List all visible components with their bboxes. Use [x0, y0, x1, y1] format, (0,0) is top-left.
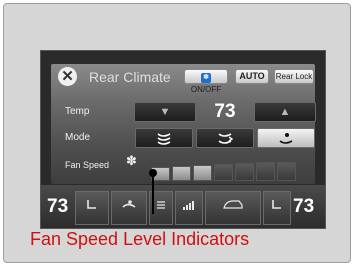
fan-icon: ✽ [201, 73, 211, 83]
mode-face-button[interactable] [135, 128, 193, 148]
mode-face-floor-button[interactable] [196, 128, 254, 148]
fan-speed-segment[interactable] [235, 163, 254, 181]
floor-vent-icon [279, 133, 293, 144]
seat-heat-icon [87, 200, 96, 209]
face-floor-vent-icon [218, 133, 234, 144]
fan-level-icon [183, 201, 194, 210]
temp-value: 73 [214, 101, 236, 122]
face-vent-icon [157, 133, 171, 145]
recirculation-icon [223, 200, 243, 209]
seat-heat-icon [272, 200, 281, 209]
illustration-frame: ✕ Rear Climate ✽ ON/OFF AUTO Rear Lock T… [3, 3, 351, 263]
fan-speed-segment[interactable] [214, 164, 233, 181]
panel-title: Rear Climate [89, 69, 171, 85]
callout-caption: Fan Speed Level Indicators [30, 229, 250, 249]
fan-level-button[interactable] [175, 191, 203, 225]
rear-climate-panel: ✕ Rear Climate ✽ ON/OFF AUTO Rear Lock T… [51, 64, 316, 184]
fan-speed-segment[interactable] [193, 165, 212, 181]
airflow-icon [122, 200, 136, 208]
driver-temp[interactable]: 73 [47, 196, 68, 218]
temp-down-button[interactable]: ▼ [134, 102, 196, 122]
callout-leader-line [152, 172, 154, 214]
fan-speed-label: Fan Speed [65, 160, 110, 170]
rear-lock-button[interactable]: Rear Lock [274, 69, 314, 84]
auto-button[interactable]: AUTO [235, 69, 269, 84]
touchscreen: ✕ Rear Climate ✽ ON/OFF AUTO Rear Lock T… [40, 50, 326, 229]
fan-speed-segment[interactable] [277, 162, 296, 181]
passenger-temp[interactable]: 73 [293, 196, 314, 218]
on-off-button[interactable]: ✽ ON/OFF [184, 69, 228, 94]
recirculation-button[interactable] [205, 191, 261, 225]
seat-heat-button[interactable] [75, 191, 109, 225]
temp-label: Temp [65, 106, 90, 117]
temp-up-button[interactable]: ▲ [254, 102, 316, 122]
fan-speed-segment[interactable] [172, 166, 191, 181]
defrost-icon [157, 201, 165, 209]
fan-icon: ✽ [126, 153, 137, 168]
close-button[interactable]: ✕ [58, 67, 77, 86]
on-off-label: ON/OFF [190, 85, 222, 94]
fan-speed-segment[interactable] [256, 162, 275, 181]
mode-label: Mode [65, 132, 91, 143]
passenger-seat-heat-button[interactable] [263, 191, 291, 225]
climate-bottom-bar: 73 73 [41, 185, 325, 228]
airflow-button[interactable] [111, 191, 147, 225]
mode-floor-button[interactable] [257, 128, 315, 148]
